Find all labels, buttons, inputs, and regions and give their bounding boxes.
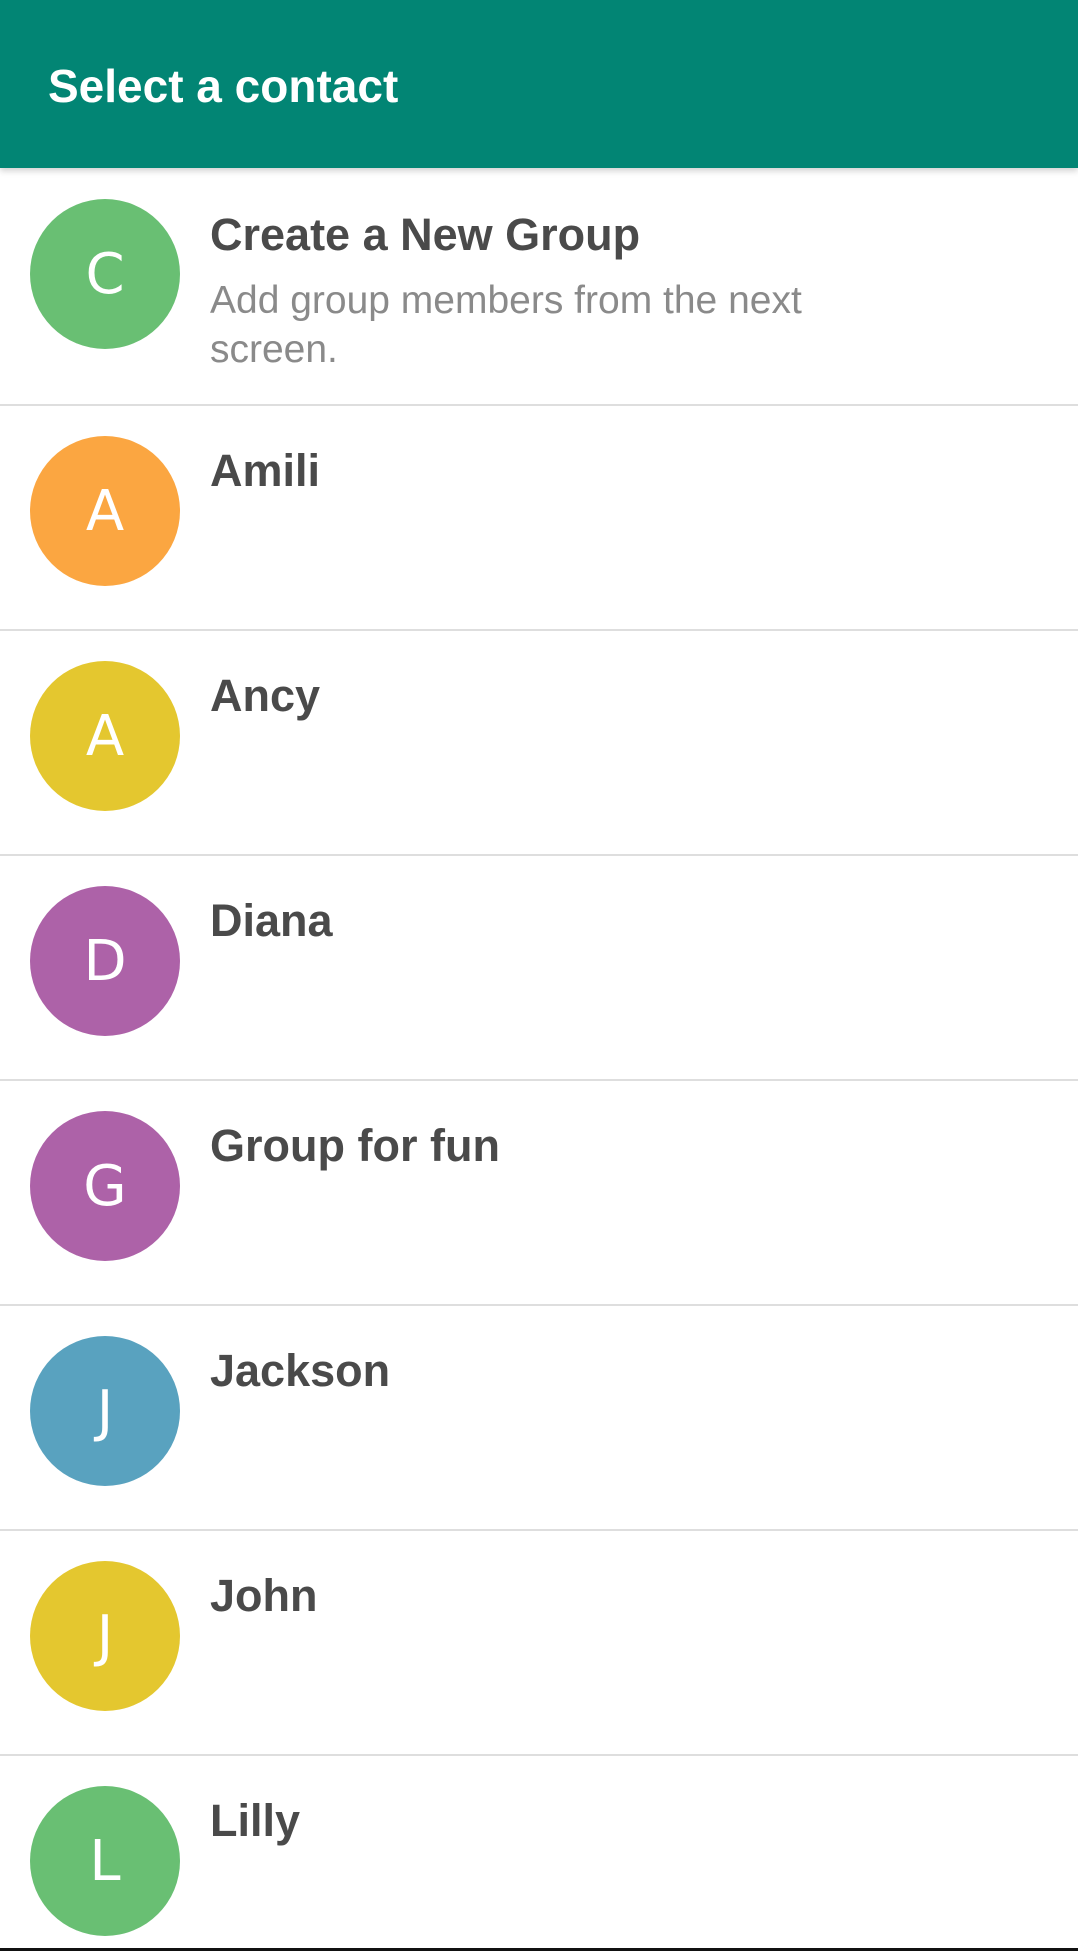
avatar: L <box>30 1786 180 1936</box>
contact-name: Amili <box>210 445 321 496</box>
contact-name: Lilly <box>210 1795 301 1846</box>
contact-item-john[interactable]: J John <box>0 1531 1078 1756</box>
contact-item-diana[interactable]: D Diana <box>0 856 1078 1081</box>
avatar: G <box>30 1111 180 1261</box>
contact-name: John <box>210 1570 318 1621</box>
contact-item-ancy[interactable]: A Ancy <box>0 631 1078 856</box>
avatar: A <box>30 436 180 586</box>
contact-name: Jackson <box>210 1345 391 1396</box>
app-bar: Select a contact <box>0 0 1078 168</box>
contact-name: Ancy <box>210 670 321 721</box>
avatar: J <box>30 1561 180 1711</box>
select-contact-screen: Select a contact C Create a New Group Ad… <box>0 0 1078 1951</box>
avatar: C <box>30 199 180 349</box>
create-group-subtitle: Add group members from the next screen. <box>210 279 802 371</box>
contact-item-amili[interactable]: A Amili <box>0 406 1078 631</box>
contact-name: Diana <box>210 895 333 946</box>
avatar: J <box>30 1336 180 1486</box>
avatar: D <box>30 886 180 1036</box>
contact-item-lilly[interactable]: L Lilly <box>0 1756 1078 1951</box>
avatar: A <box>30 661 180 811</box>
page-title: Select a contact <box>48 60 399 112</box>
contact-item-group-for-fun[interactable]: G Group for fun <box>0 1081 1078 1306</box>
contact-list[interactable]: C Create a New Group Add group members f… <box>0 168 1078 1951</box>
contact-name: Group for fun <box>210 1120 500 1171</box>
contact-item-jackson[interactable]: J Jackson <box>0 1306 1078 1531</box>
create-group-title: Create a New Group <box>210 209 641 260</box>
create-new-group-item[interactable]: C Create a New Group Add group members f… <box>0 168 1078 406</box>
